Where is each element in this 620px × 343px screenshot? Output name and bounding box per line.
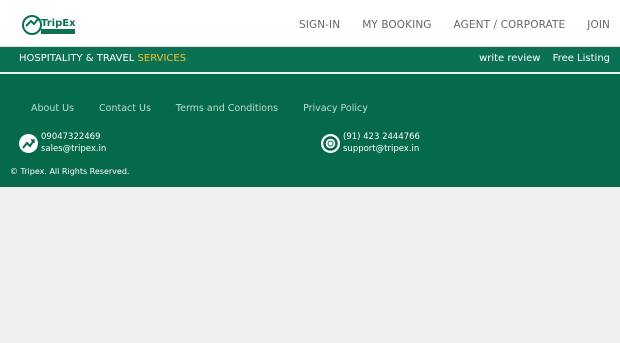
top-header: TripEx SIGN-IN MY BOOKING AGENT / CORPOR… [0,0,620,47]
nav-join[interactable]: JOIN [587,19,610,31]
nav-sign-in[interactable]: SIGN-IN [299,19,340,31]
logo-icon: TripEx [22,15,76,35]
support-email[interactable]: support@tripex.in [343,143,420,155]
sales-contact: 09047322469 sales@tripex.in [19,131,106,155]
support-phone: (91) 423 2444766 [343,132,420,142]
sales-email[interactable]: sales@tripex.in [41,143,106,155]
write-review-link[interactable]: write review [479,53,540,64]
sales-phone: 09047322469 [41,132,101,142]
free-listing-link[interactable]: Free Listing [553,53,610,64]
footer-link-terms[interactable]: Terms and Conditions [176,103,278,114]
footer-link-about[interactable]: About Us [31,103,74,114]
nav-my-booking[interactable]: MY BOOKING [362,19,431,31]
footer-link-privacy[interactable]: Privacy Policy [303,103,368,114]
nav-agent-corporate[interactable]: AGENT / CORPORATE [454,19,566,31]
svg-text:TripEx: TripEx [41,18,76,29]
support-contact: (91) 423 2444766 support@tripex.in [321,131,420,155]
footer: About Us Contact Us Terms and Conditions… [0,74,620,187]
sub-header-bar: HOSPITALITY & TRAVEL SERVICES write revi… [0,47,620,72]
chart-icon [19,133,38,153]
footer-links: About Us Contact Us Terms and Conditions… [31,103,393,114]
tripex-logo[interactable]: TripEx [22,13,80,37]
subbar-links: write review Free Listing [470,53,610,64]
copyright-text: © Tripex. All Rights Reserved. [10,167,130,176]
footer-link-contact[interactable]: Contact Us [99,103,151,114]
main-nav: SIGN-IN MY BOOKING AGENT / CORPORATE JOI… [299,19,610,31]
site-tagline: HOSPITALITY & TRAVEL SERVICES [19,53,186,64]
lifebuoy-icon [321,133,340,153]
tagline-accent: SERVICES [137,53,187,64]
tagline-main: HOSPITALITY & TRAVEL [19,53,138,64]
